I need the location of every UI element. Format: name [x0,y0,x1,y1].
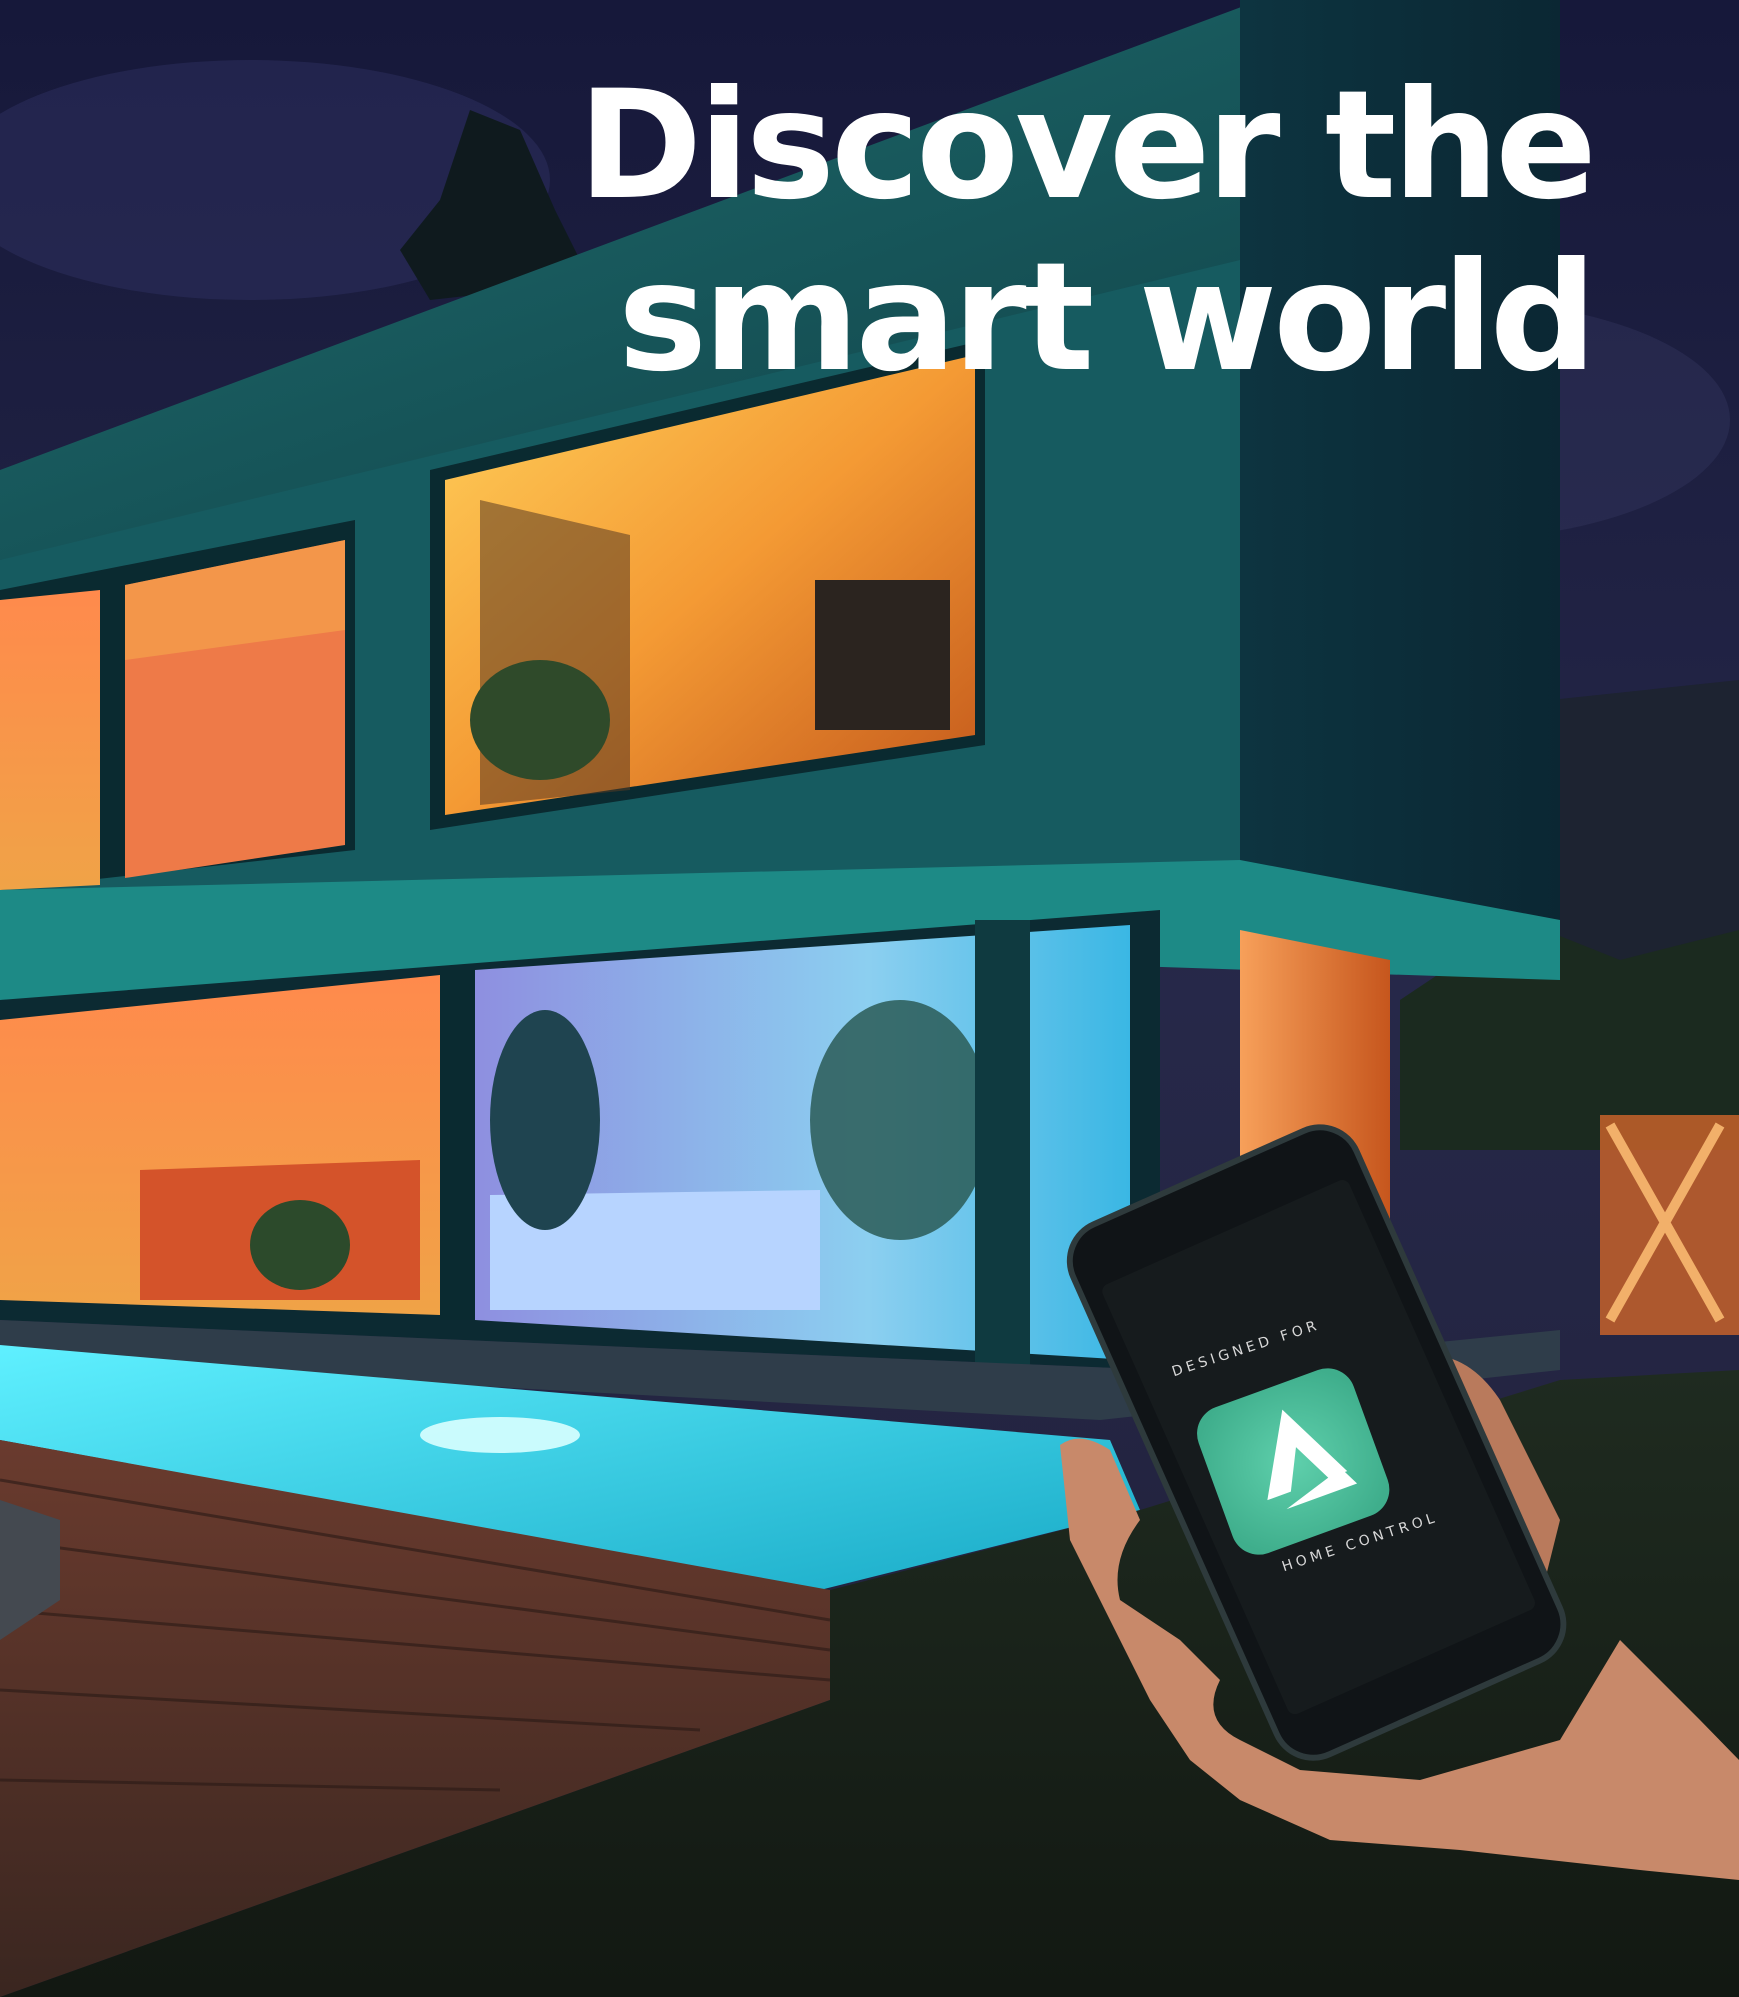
headline-line-2: smart world [617,231,1597,405]
headline-line-1: Discover the [577,59,1597,233]
hero-scene: Discover the smart world DESIGNED FOR HO… [0,0,1739,1997]
headline: Discover the smart world [577,59,1597,405]
